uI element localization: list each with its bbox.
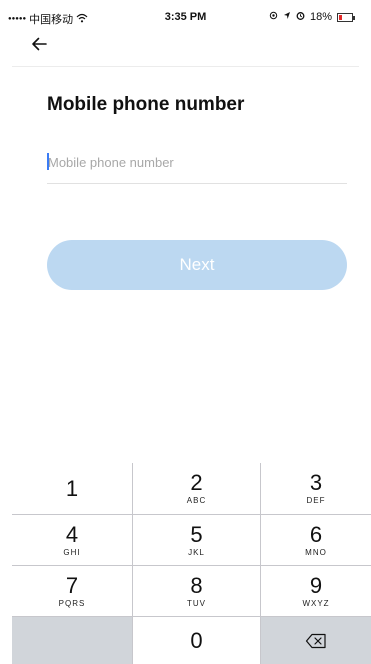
location-icon	[269, 11, 278, 23]
key-8[interactable]: 8 TUV	[133, 566, 260, 616]
key-7[interactable]: 7 PQRS	[12, 566, 132, 616]
keypad-divider	[260, 463, 261, 664]
key-4[interactable]: 4 GHI	[12, 515, 132, 565]
text-caret	[47, 153, 49, 170]
battery-level	[339, 14, 342, 20]
battery-icon	[337, 12, 355, 22]
key-blank	[12, 617, 132, 664]
left-arrow-icon	[32, 37, 47, 51]
key-digit: 3	[309, 470, 323, 495]
page-title: Mobile phone number	[47, 94, 245, 115]
backspace-icon	[305, 633, 326, 648]
key-digit: 6	[309, 521, 323, 547]
battery-tip	[353, 15, 355, 20]
key-letters: ABC	[186, 496, 207, 505]
phone-number-input[interactable]	[47, 147, 347, 177]
key-3[interactable]: 3 DEF	[261, 463, 371, 514]
key-6[interactable]: 6 MNO	[261, 515, 371, 565]
delete-key[interactable]	[261, 617, 371, 664]
key-2[interactable]: 2 ABC	[133, 463, 260, 514]
nav-divider	[12, 66, 359, 67]
key-0[interactable]: 0	[133, 617, 260, 664]
next-button[interactable]: Next	[47, 240, 347, 290]
key-digit: 0	[190, 627, 203, 653]
key-letters: TUV	[187, 598, 206, 608]
key-digit: 7	[65, 572, 79, 598]
key-letters: DEF	[306, 496, 326, 505]
key-digit: 4	[65, 521, 79, 547]
key-letters: MNO	[305, 547, 327, 557]
keypad-divider	[12, 565, 371, 566]
key-letters: PQRS	[58, 598, 86, 608]
input-underline	[47, 183, 347, 184]
key-digit: 9	[309, 572, 323, 598]
alarm-icon	[296, 11, 305, 23]
key-digit: 1	[65, 475, 79, 501]
key-9[interactable]: 9 WXYZ	[261, 566, 371, 616]
key-5[interactable]: 5 JKL	[133, 515, 260, 565]
keypad-divider	[132, 463, 133, 664]
key-digit: 5	[190, 521, 203, 547]
key-digit: 8	[190, 572, 203, 598]
status-bar: ●●●●● 中国移动 3:35 PM 18%	[0, 0, 371, 30]
back-button[interactable]	[30, 34, 52, 54]
key-letters: WXYZ	[302, 598, 330, 608]
status-right: 18%	[269, 11, 355, 23]
keypad-divider	[12, 616, 371, 617]
battery-percent: 18%	[309, 11, 332, 23]
key-letters: JKL	[188, 547, 205, 557]
key-1[interactable]: 1	[12, 463, 132, 514]
key-letters: GHI	[63, 547, 81, 557]
numeric-keypad: 1 2 ABC 3 DEF 4 GHI 5 JKL 6 MNO 7 PQRS 8…	[12, 463, 371, 664]
navigation-arrow-icon	[283, 11, 291, 23]
key-digit: 2	[190, 470, 203, 495]
keypad-divider	[12, 514, 371, 515]
